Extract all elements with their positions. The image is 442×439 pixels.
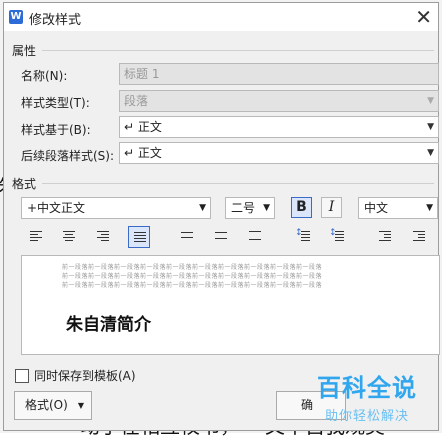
script-select[interactable]: 中文 ▼ xyxy=(358,197,438,219)
decrease-indent-button[interactable] xyxy=(374,226,396,248)
preview-filler-line: 前一段落前一段落前一段落前一段落前一段落前一段落前一段落前一段落前一段落前一段落 xyxy=(62,282,323,289)
close-icon[interactable]: ✕ xyxy=(415,5,432,29)
chevron-down-icon: ▼ xyxy=(77,401,84,410)
chevron-down-icon: ▼ xyxy=(263,203,270,213)
line-spacing-single-button[interactable] xyxy=(176,226,198,248)
chevron-down-icon: ▼ xyxy=(426,203,433,213)
increase-indent-button[interactable] xyxy=(408,226,430,248)
section-divider xyxy=(42,183,434,184)
space-before-button[interactable]: ↕ xyxy=(292,226,314,248)
line-spacing-single-icon xyxy=(181,232,193,240)
style-type-value: 段落 xyxy=(124,94,149,108)
font-size-select[interactable]: 二号 ▼ xyxy=(225,197,275,219)
based-on-select[interactable]: ↵ 正文 ▼ xyxy=(119,116,439,138)
based-on-value: ↵ 正文 xyxy=(124,120,162,134)
align-center-icon xyxy=(63,231,75,243)
name-label: 名称(N): xyxy=(21,69,68,83)
format-menu-button[interactable]: 格式(O) ▼ xyxy=(14,391,92,420)
name-field[interactable]: 标题 1 xyxy=(119,63,439,85)
format-section-label: 格式 xyxy=(12,177,37,191)
align-right-icon xyxy=(97,231,109,243)
align-center-button[interactable] xyxy=(58,226,80,248)
preview-heading: 朱自清简介 xyxy=(66,315,151,335)
style-type-select[interactable]: 段落 ▼ xyxy=(119,90,439,112)
chevron-down-icon: ▼ xyxy=(427,96,434,106)
watermark-title: 百科全说 xyxy=(317,374,417,402)
line-spacing-onehalf-icon xyxy=(215,232,227,241)
chevron-down-icon: ▼ xyxy=(199,203,206,213)
decrease-indent-icon xyxy=(379,231,391,243)
watermark-subtitle: 助你轻松解决 xyxy=(324,409,409,424)
arrow-updown-icon: ↕ xyxy=(295,228,303,238)
script-value: 中文 xyxy=(364,201,389,215)
modify-style-dialog: W 修改样式 ✕ 属性 名称(N): 标题 1 样式类型(T): 段落 ▼ 样式… xyxy=(3,2,440,431)
preview-filler-line: 前一段落前一段落前一段落前一段落前一段落前一段落前一段落前一段落前一段落前一段落 xyxy=(62,264,323,271)
align-left-icon xyxy=(30,231,42,243)
align-right-button[interactable] xyxy=(92,226,114,248)
line-spacing-double-icon xyxy=(249,231,261,242)
font-select[interactable]: +中文正文 ▼ xyxy=(21,197,211,219)
properties-section-label: 属性 xyxy=(12,44,37,58)
section-divider xyxy=(42,50,434,51)
format-menu-label: 格式(O) xyxy=(25,398,68,412)
title-bar: W 修改样式 ✕ xyxy=(4,3,438,31)
chevron-down-icon: ▼ xyxy=(427,122,434,132)
bold-button[interactable]: B xyxy=(291,197,312,218)
style-type-label: 样式类型(T): xyxy=(21,96,90,110)
line-spacing-onehalf-button[interactable] xyxy=(210,226,232,248)
wps-writer-icon: W xyxy=(9,10,23,24)
dialog-title: 修改样式 xyxy=(29,13,82,28)
justify-icon xyxy=(134,232,146,244)
justify-button[interactable] xyxy=(128,226,150,248)
style-preview: 前一段落前一段落前一段落前一段落前一段落前一段落前一段落前一段落前一段落前一段落… xyxy=(21,255,440,355)
based-on-label: 样式基于(B): xyxy=(21,123,91,137)
next-style-label: 后续段落样式(S): xyxy=(21,149,115,163)
font-value: +中文正文 xyxy=(27,201,86,215)
increase-indent-icon xyxy=(413,231,425,243)
chevron-down-icon: ▼ xyxy=(427,148,434,158)
preview-filler-line: 前一段落前一段落前一段落前一段落前一段落前一段落前一段落前一段落前一段落前一段落 xyxy=(62,273,323,280)
arrow-updown-icon: ↕ xyxy=(329,228,337,238)
next-style-value: ↵ 正文 xyxy=(124,146,162,160)
next-style-select[interactable]: ↵ 正文 ▼ xyxy=(119,142,439,164)
space-after-button[interactable]: ↕ xyxy=(326,226,348,248)
watermark: 百科全说 助你轻松解决 xyxy=(317,368,417,424)
save-to-template-checkbox[interactable] xyxy=(15,369,29,383)
italic-button[interactable]: I xyxy=(321,197,342,218)
line-spacing-double-button[interactable] xyxy=(244,226,266,248)
align-left-button[interactable] xyxy=(25,226,47,248)
save-to-template-label: 同时保存到模板(A) xyxy=(34,369,136,383)
font-size-value: 二号 xyxy=(231,201,256,215)
